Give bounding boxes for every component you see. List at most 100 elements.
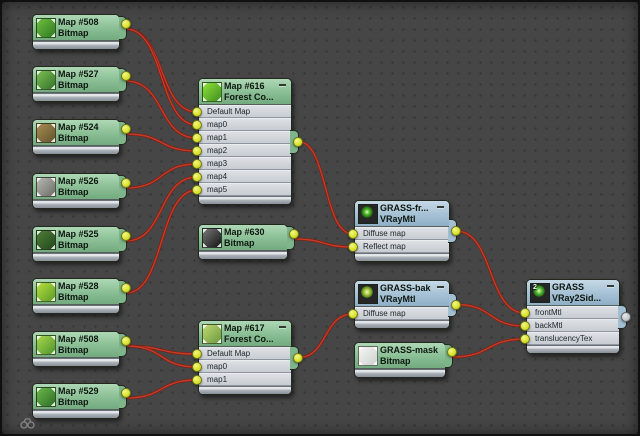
connection-wire[interactable] — [298, 314, 353, 358]
node-footer-grip[interactable] — [355, 369, 445, 377]
connection-wire[interactable] — [126, 346, 197, 354]
connection-wire[interactable] — [298, 314, 353, 358]
node-header[interactable]: GRASS-maskBitmap — [355, 343, 445, 369]
node-grassfr[interactable]: GRASS-fr...VRayMtlDiffuse mapReflect map — [354, 200, 450, 262]
node-footer-grip[interactable] — [33, 41, 119, 49]
connection-wire[interactable] — [456, 305, 525, 327]
connection-wire[interactable] — [294, 239, 353, 247]
output-socket[interactable] — [289, 229, 299, 239]
node-header[interactable]: Map #526Bitmap — [33, 174, 119, 200]
connection-wire[interactable] — [298, 142, 353, 235]
node-footer-grip[interactable] — [355, 320, 449, 328]
input-socket[interactable] — [192, 120, 202, 130]
input-slot-frontmtl[interactable]: frontMtl — [527, 306, 619, 319]
connection-wire[interactable] — [298, 142, 353, 235]
input-slot-map3[interactable]: map3 — [199, 157, 291, 170]
connection-wire[interactable] — [126, 134, 197, 151]
node-map526[interactable]: Map #526Bitmap — [32, 173, 120, 209]
node-header[interactable]: GRASS-fr...VRayMtl — [355, 201, 449, 227]
input-slot-reflect-map[interactable]: Reflect map — [355, 240, 449, 253]
node-graph-canvas[interactable]: Map #508Bitmap Map #527Bitmap Map #524Bitm… — [2, 2, 638, 434]
output-socket[interactable] — [621, 312, 631, 322]
node-grass[interactable]: 2GRASSVRay2Sid...frontMtlbackMtltransluc… — [526, 279, 620, 354]
node-footer-grip[interactable] — [33, 305, 119, 313]
connection-wire[interactable] — [126, 190, 197, 293]
node-footer-grip[interactable] — [199, 196, 291, 204]
connection-wire[interactable] — [452, 339, 525, 357]
input-slot-map0[interactable]: map0 — [199, 118, 291, 131]
collapse-icon[interactable] — [279, 326, 286, 328]
node-map527[interactable]: Map #527Bitmap — [32, 66, 120, 102]
connection-wire[interactable] — [126, 29, 197, 112]
input-slot-diffuse-map[interactable]: Diffuse map — [355, 227, 449, 240]
node-header[interactable]: Map #524Bitmap — [33, 120, 119, 146]
input-slot-diffuse-map[interactable]: Diffuse map — [355, 307, 449, 320]
node-footer-grip[interactable] — [33, 358, 119, 366]
input-slot-backmtl[interactable]: backMtl — [527, 319, 619, 332]
connection-wire[interactable] — [126, 190, 197, 293]
node-footer-grip[interactable] — [527, 345, 619, 353]
input-socket[interactable] — [192, 375, 202, 385]
connection-wire[interactable] — [126, 29, 197, 125]
input-slot-map5[interactable]: map5 — [199, 183, 291, 196]
output-socket[interactable] — [121, 19, 131, 29]
connection-wire[interactable] — [126, 380, 197, 398]
input-slot-map4[interactable]: map4 — [199, 170, 291, 183]
node-header[interactable]: Map #525Bitmap — [33, 227, 119, 253]
input-socket[interactable] — [520, 321, 530, 331]
input-slot-map1[interactable]: map1 — [199, 373, 291, 386]
node-map617[interactable]: Map #617Forest Co...Default Mapmap0map1 — [198, 320, 292, 395]
input-socket[interactable] — [192, 159, 202, 169]
connection-wire[interactable] — [456, 231, 525, 313]
node-footer-grip[interactable] — [199, 251, 287, 259]
output-socket[interactable] — [447, 347, 457, 357]
connection-wire[interactable] — [126, 134, 197, 151]
node-grassmask[interactable]: GRASS-maskBitmap — [354, 342, 446, 378]
input-socket[interactable] — [192, 362, 202, 372]
connection-wire[interactable] — [294, 239, 353, 247]
node-map524[interactable]: Map #524Bitmap — [32, 119, 120, 155]
node-map529[interactable]: Map #529Bitmap — [32, 383, 120, 419]
connection-wire[interactable] — [452, 339, 525, 357]
node-header[interactable]: Map #508Bitmap — [33, 15, 119, 41]
input-slot-default-map[interactable]: Default Map — [199, 105, 291, 118]
connection-wire[interactable] — [126, 81, 197, 138]
node-footer-grip[interactable] — [33, 93, 119, 101]
collapse-icon[interactable] — [279, 84, 286, 86]
output-socket[interactable] — [121, 124, 131, 134]
node-footer-grip[interactable] — [199, 386, 291, 394]
node-footer-grip[interactable] — [355, 253, 449, 261]
node-header[interactable]: Map #616Forest Co... — [199, 79, 291, 105]
connection-wire[interactable] — [126, 380, 197, 398]
connection-wire[interactable] — [126, 164, 197, 188]
connection-wire[interactable] — [126, 177, 197, 241]
node-header[interactable]: Map #529Bitmap — [33, 384, 119, 410]
node-footer-grip[interactable] — [33, 146, 119, 154]
input-slot-map0[interactable]: map0 — [199, 360, 291, 373]
node-map528[interactable]: Map #528Bitmap — [32, 278, 120, 314]
output-socket[interactable] — [451, 226, 461, 236]
node-header[interactable]: Map #508Bitmap — [33, 332, 119, 358]
node-footer-grip[interactable] — [33, 200, 119, 208]
output-socket[interactable] — [121, 388, 131, 398]
node-header[interactable]: Map #527Bitmap — [33, 67, 119, 93]
connection-wire[interactable] — [126, 346, 197, 367]
node-header[interactable]: Map #617Forest Co... — [199, 321, 291, 347]
connection-wire[interactable] — [126, 346, 197, 367]
output-socket[interactable] — [293, 137, 303, 147]
output-socket[interactable] — [121, 336, 131, 346]
connection-wire[interactable] — [126, 346, 197, 354]
input-socket[interactable] — [192, 146, 202, 156]
input-slot-map1[interactable]: map1 — [199, 131, 291, 144]
connection-wire[interactable] — [456, 305, 525, 327]
input-socket[interactable] — [192, 107, 202, 117]
connection-wire[interactable] — [126, 164, 197, 188]
node-header[interactable]: 2GRASSVRay2Sid... — [527, 280, 619, 306]
node-footer-grip[interactable] — [33, 253, 119, 261]
connection-wire[interactable] — [126, 29, 197, 125]
node-map525[interactable]: Map #525Bitmap — [32, 226, 120, 262]
node-header[interactable]: Map #528Bitmap — [33, 279, 119, 305]
node-footer-grip[interactable] — [33, 410, 119, 418]
input-socket[interactable] — [192, 185, 202, 195]
node-map630[interactable]: Map #630Bitmap — [198, 224, 288, 260]
